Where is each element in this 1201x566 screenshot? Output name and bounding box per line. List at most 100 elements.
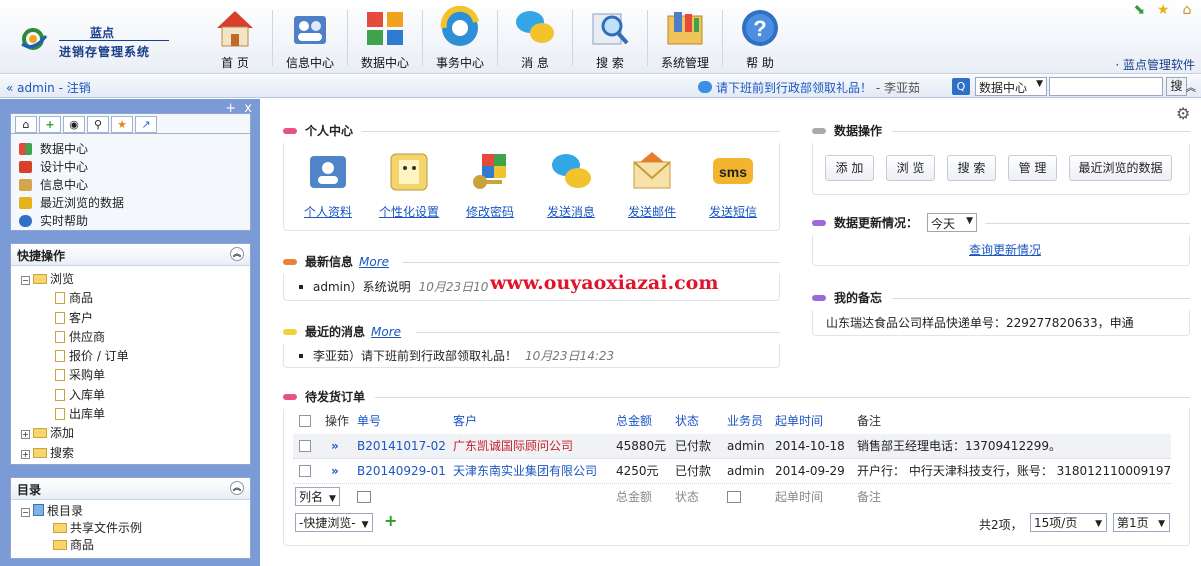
- user-logout-link[interactable]: « admin - 注销: [6, 79, 91, 96]
- tree-browse[interactable]: − 浏览: [21, 270, 250, 289]
- nav-home[interactable]: 首 页: [198, 4, 272, 70]
- period-select[interactable]: 今天 ▼: [927, 213, 977, 232]
- colname-select[interactable]: 列名 ▼: [295, 485, 340, 510]
- tree-item[interactable]: 商品: [21, 537, 250, 554]
- change-password-link[interactable]: 修改密码: [455, 150, 525, 220]
- software-link[interactable]: · 蓝点管理软件: [1115, 56, 1195, 73]
- tree-item[interactable]: 采购单: [21, 366, 250, 385]
- tree-item[interactable]: 商品: [21, 289, 250, 308]
- add-plus-icon[interactable]: +: [384, 511, 397, 530]
- tree-item[interactable]: 入库单: [21, 386, 250, 405]
- collapse-icon[interactable]: ︽: [230, 247, 244, 261]
- logo-icon: [21, 28, 48, 50]
- order-no[interactable]: B20141017-02: [357, 434, 446, 459]
- column-toggle-icon[interactable]: [357, 485, 371, 510]
- collapse-icon[interactable]: ︽: [230, 481, 244, 495]
- info-center-icon: [19, 179, 32, 191]
- collapse-header-icon[interactable]: ︽: [1186, 79, 1196, 94]
- tree-item[interactable]: 共享文件示例: [21, 520, 250, 537]
- send-email-link[interactable]: 发送邮件: [617, 150, 687, 220]
- top-header: 蓝点 进销存管理系统 首 页 信息中心 数据中心 事务中心 消 息 搜 索 系统…: [0, 0, 1201, 74]
- nav-help[interactable]: ? 帮 助: [723, 4, 797, 70]
- send-sms-link[interactable]: sms 发送短信: [698, 150, 768, 220]
- nav-search[interactable]: 搜 索: [573, 4, 647, 70]
- tree-item[interactable]: 供应商: [21, 328, 250, 347]
- header-op: 操作: [325, 414, 350, 428]
- settings-gear-icon[interactable]: ⚙: [1176, 104, 1190, 123]
- quick-link-recent-data[interactable]: 最近浏览的数据: [19, 194, 124, 212]
- home-small-icon[interactable]: ⌂: [1179, 2, 1195, 18]
- footer-amount: 总金额: [616, 490, 653, 504]
- tab-star-icon[interactable]: ★: [111, 116, 133, 133]
- recent-data-button[interactable]: 最近浏览的数据: [1069, 155, 1172, 181]
- header-customer[interactable]: 客户: [453, 410, 477, 432]
- header-no[interactable]: 单号: [357, 410, 381, 432]
- folder-icon: [33, 274, 47, 284]
- search-scope-select[interactable]: 数据中心 ▼: [975, 77, 1047, 96]
- row-checkbox[interactable]: [299, 434, 311, 459]
- page-select[interactable]: 第1页 ▼: [1113, 513, 1170, 532]
- tree-search[interactable]: + 搜索: [21, 444, 250, 463]
- footer-note: 备注: [857, 490, 882, 504]
- arrow-down-icon[interactable]: ⬊: [1131, 2, 1147, 18]
- send-message-link[interactable]: 发送消息: [536, 150, 606, 220]
- query-updates-link[interactable]: 查询更新情况: [969, 241, 1041, 258]
- nav-info-center[interactable]: 信息中心: [273, 4, 347, 70]
- header-date[interactable]: 起单时间: [775, 410, 823, 432]
- sidebar: + x ⌂ + ◉ ⚲ ★ ↗ 数据中心 设计中心 信息中心 最近浏览的数据 实时帮助 快…: [0, 99, 260, 566]
- row-action-icon[interactable]: »: [331, 459, 339, 484]
- message-item[interactable]: 李亚茹）请下班前到行政部领取礼品！ 10月23日14:23: [293, 347, 614, 364]
- tree-item[interactable]: 客户: [21, 309, 250, 328]
- column-toggle-icon[interactable]: [727, 485, 741, 510]
- row-action-icon[interactable]: »: [331, 434, 339, 459]
- table-row[interactable]: » B20140929-01 天津东南实业集团有限公司 4250元 已付款 ad…: [293, 459, 1171, 484]
- home-icon: [217, 11, 253, 47]
- quick-link-help[interactable]: 实时帮助: [19, 212, 124, 230]
- order-customer[interactable]: 天津东南实业集团有限公司: [453, 459, 597, 484]
- search-button[interactable]: 搜 索: [947, 155, 996, 181]
- tab-link-icon[interactable]: ↗: [135, 116, 157, 133]
- header-status[interactable]: 状态: [675, 410, 699, 432]
- tab-home-icon[interactable]: ⌂: [15, 116, 37, 133]
- tab-view-icon[interactable]: ◉: [63, 116, 85, 133]
- nav-data-center[interactable]: 数据中心: [348, 4, 422, 70]
- tree-add[interactable]: + 添加: [21, 424, 250, 443]
- per-page-select[interactable]: 15项/页 ▼: [1030, 513, 1107, 532]
- browse-button[interactable]: 浏 览: [886, 155, 935, 181]
- quick-link-data-center[interactable]: 数据中心: [19, 140, 124, 158]
- notice-ticker[interactable]: 请下班前到行政部领取礼品！ - 李亚茹: [698, 79, 920, 96]
- document-icon: [55, 311, 65, 324]
- quick-link-design-center[interactable]: 设计中心: [19, 158, 124, 176]
- nav-affairs-center[interactable]: 事务中心: [423, 4, 497, 70]
- personalize-link[interactable]: 个性化设置: [374, 150, 444, 220]
- tab-add-icon[interactable]: +: [39, 116, 61, 133]
- nav-message[interactable]: 消 息: [498, 4, 572, 70]
- quick-browse-select[interactable]: -快捷浏览- ▼: [295, 513, 373, 532]
- table-row[interactable]: » B20141017-02 广东凯诚国际顾问公司 45880元 已付款 adm…: [293, 434, 1171, 459]
- nav-system-admin[interactable]: 系统管理: [648, 4, 722, 70]
- search-input[interactable]: [1049, 77, 1163, 96]
- select-all-checkbox[interactable]: [299, 410, 311, 432]
- search-icon[interactable]: Q: [952, 78, 970, 95]
- search-button[interactable]: 搜: [1166, 77, 1187, 96]
- order-no[interactable]: B20140929-01: [357, 459, 446, 484]
- manage-button[interactable]: 管 理: [1008, 155, 1057, 181]
- recent-messages-more-link[interactable]: More: [371, 325, 401, 339]
- tree-item[interactable]: 报价 / 订单: [21, 347, 250, 366]
- header-amount[interactable]: 总金额: [616, 410, 652, 432]
- app-logo[interactable]: 蓝点 进销存管理系统: [18, 22, 169, 62]
- document-icon: [55, 388, 65, 401]
- latest-info-more-link[interactable]: More: [359, 255, 389, 269]
- quick-link-info-center[interactable]: 信息中心: [19, 176, 124, 194]
- order-customer[interactable]: 广东凯诚国际顾问公司: [453, 434, 573, 459]
- header-staff[interactable]: 业务员: [727, 410, 763, 432]
- add-button[interactable]: 添 加: [825, 155, 874, 181]
- profile-link[interactable]: 个人资料: [293, 150, 363, 220]
- favorite-star-icon[interactable]: ★: [1155, 2, 1171, 18]
- row-checkbox[interactable]: [299, 459, 311, 484]
- tree-item[interactable]: 出库单: [21, 405, 250, 424]
- tree-root[interactable]: − 根目录: [21, 502, 250, 520]
- tab-search-icon[interactable]: ⚲: [87, 116, 109, 133]
- logo-text-brand: 蓝点: [90, 26, 115, 40]
- news-item[interactable]: admin）系统说明 10月23日10: [293, 278, 488, 295]
